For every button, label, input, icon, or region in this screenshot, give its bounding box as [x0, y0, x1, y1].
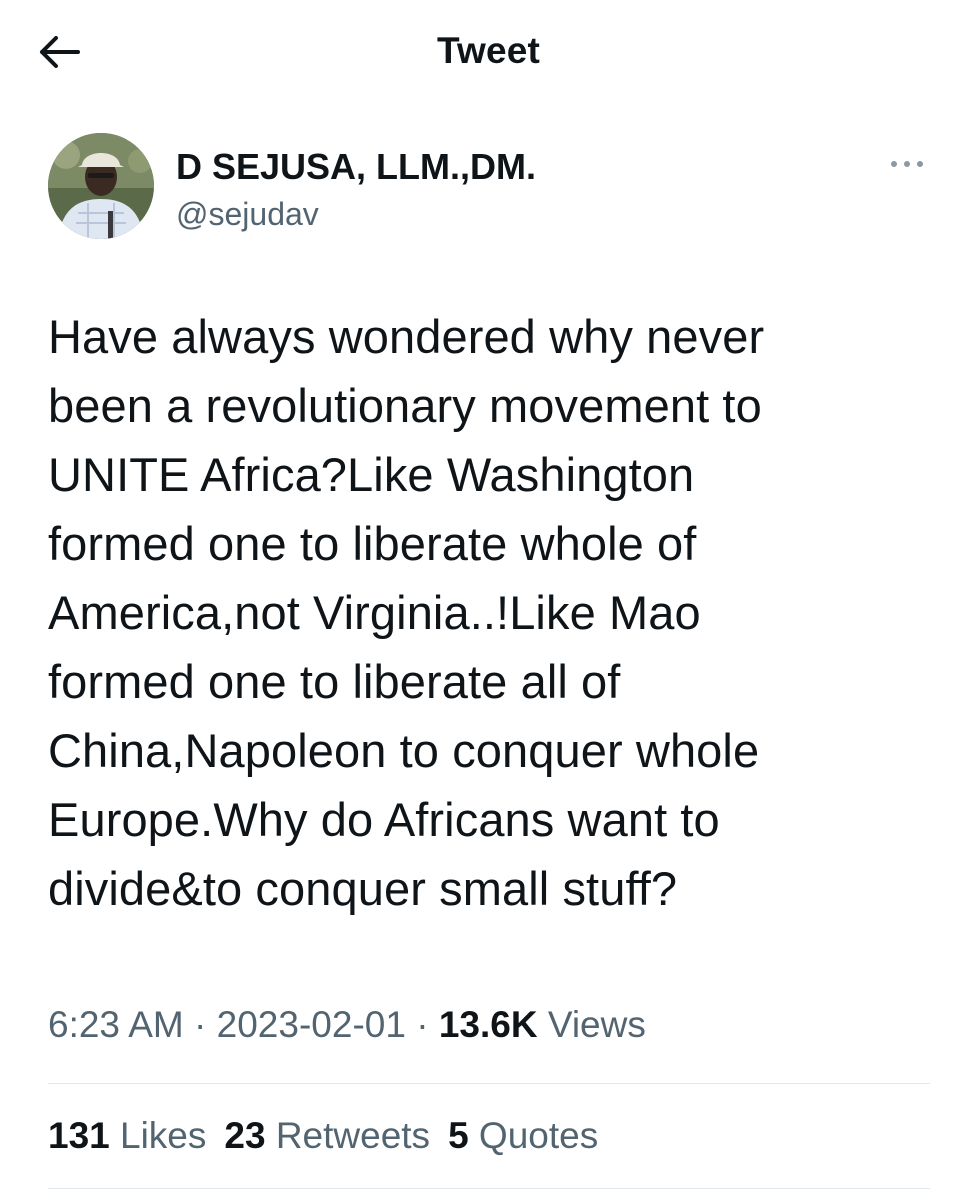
meta-separator: · [183, 1004, 217, 1045]
avatar[interactable] [48, 133, 154, 239]
views-label: Views [537, 1004, 646, 1045]
retweets-count: 23 [224, 1115, 266, 1156]
author-display-name[interactable]: D SEJUSA, LLM.,DM. [176, 146, 536, 188]
retweets-stat[interactable]: 23 Retweets [224, 1115, 430, 1157]
tweet-time[interactable]: 6:23 AM [48, 1004, 184, 1045]
quotes-stat[interactable]: 5 Quotes [448, 1115, 598, 1157]
retweets-label: Retweets [265, 1115, 431, 1156]
meta-separator: · [405, 1004, 439, 1045]
views-count: 13.6K [438, 1004, 538, 1045]
likes-label: Likes [109, 1115, 207, 1156]
tweet-date[interactable]: 2023-02-01 [217, 1004, 406, 1045]
divider [48, 1188, 930, 1189]
more-horizontal-icon [891, 161, 923, 167]
likes-stat[interactable]: 131 Likes [48, 1115, 206, 1157]
tweet-meta: 6:23 AM · 2023-02-01 · 13.6K Views [48, 1004, 646, 1046]
top-bar: Tweet [0, 0, 977, 110]
divider [48, 1083, 930, 1084]
quotes-label: Quotes [468, 1115, 599, 1156]
page-title: Tweet [436, 30, 541, 71]
quotes-count: 5 [448, 1115, 469, 1156]
tweet-stats: 131 Likes 23 Retweets 5 Quotes [48, 1115, 616, 1157]
likes-count: 131 [48, 1115, 110, 1156]
author-handle[interactable]: @sejudav [176, 196, 319, 233]
tweet-text: Have always wondered why never been a re… [48, 310, 765, 915]
more-options-button[interactable] [884, 150, 932, 178]
